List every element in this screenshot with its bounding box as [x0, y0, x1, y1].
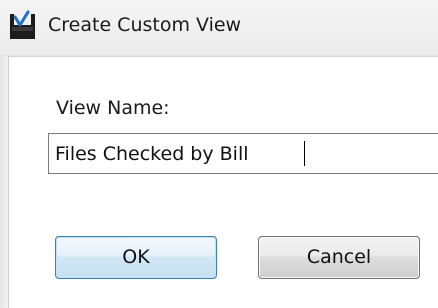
dialog-frame-edge	[0, 56, 9, 308]
custom-view-icon	[9, 9, 37, 43]
text-caret	[304, 141, 305, 166]
view-name-input[interactable]	[48, 133, 438, 174]
cancel-button[interactable]: Cancel	[258, 236, 420, 279]
view-name-label: View Name:	[56, 97, 170, 119]
create-custom-view-dialog: Create Custom View View Name: OK Cancel	[0, 0, 438, 308]
window-title: Create Custom View	[48, 14, 242, 36]
title-bar[interactable]: Create Custom View	[0, 0, 438, 56]
ok-button[interactable]: OK	[55, 236, 217, 279]
